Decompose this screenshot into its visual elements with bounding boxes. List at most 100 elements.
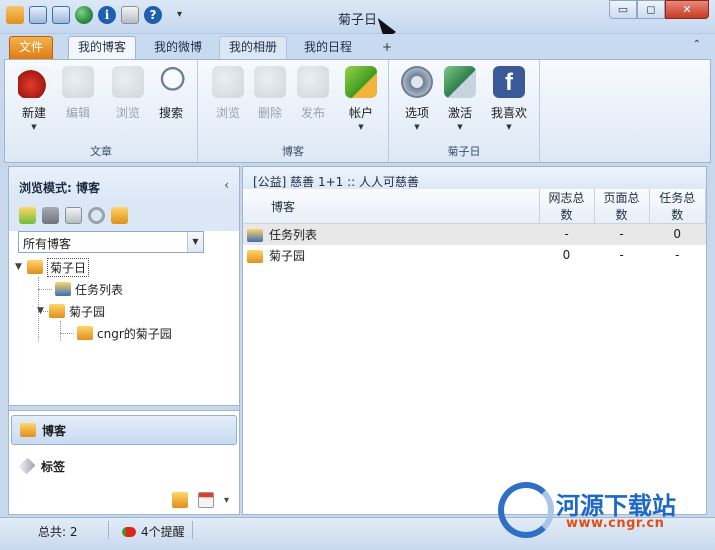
publish-icon	[297, 66, 329, 98]
blog-table: 博客 网志总数 页面总数 任务总数 任务列表 - - 0 菊子园 0 - -	[243, 189, 706, 266]
browse-blog-button[interactable]: 浏览	[207, 66, 249, 121]
chevron-down-icon[interactable]: ▼	[13, 123, 55, 131]
table-header-row: 博客 网志总数 页面总数 任务总数	[243, 189, 706, 224]
search-label: 搜索	[158, 106, 183, 120]
table-cell-pages: -	[619, 248, 624, 262]
status-divider	[108, 521, 109, 539]
pane-toolbar	[9, 201, 239, 231]
ribbon-group-article: 新建 ▼ 编辑 浏览 搜索 文章	[5, 60, 198, 162]
column-header-tasks[interactable]: 任务总数	[649, 189, 706, 224]
table-cell-pages: -	[594, 223, 649, 245]
ribbon-group-juziri: 选项 ▼ 激活 ▼ f 我喜欢 ▼ 菊子日	[389, 60, 540, 162]
pane-header: 浏览模式: 博客 ‹	[9, 167, 239, 201]
watermark-url: www.cngr.cn	[566, 516, 665, 531]
ribbon: 新建 ▼ 编辑 浏览 搜索 文章 浏览 删除 发布 帐户 ▼ 博客 选项 ▼ 激…	[4, 59, 711, 163]
publish-button[interactable]: 发布	[292, 66, 334, 121]
browse-blog-label: 浏览	[215, 106, 240, 120]
expand-collapse-icon[interactable]: ▼	[15, 262, 27, 272]
add-blog-icon[interactable]	[19, 207, 36, 224]
table-row[interactable]: 任务列表 - - 0	[243, 223, 706, 245]
watermark: 河源下载站 www.cngr.cn	[498, 482, 713, 542]
pane-splitter[interactable]	[9, 405, 239, 411]
chevron-down-icon[interactable]: ▼	[439, 123, 481, 131]
maximize-button[interactable]: ◻	[637, 0, 665, 19]
sync-icon[interactable]	[111, 207, 128, 224]
add-tab-button[interactable]: +	[377, 36, 397, 59]
blog-filter-value: 所有博客	[23, 237, 72, 251]
blog-folder-icon	[77, 326, 93, 340]
table-row[interactable]: 菊子园 0 - -	[243, 245, 706, 266]
edit-icon	[62, 66, 94, 98]
tab-file[interactable]: 文件	[9, 36, 54, 59]
tree-connector	[38, 289, 52, 290]
tab-my-microblog[interactable]: 我的微博	[144, 36, 212, 59]
watermark-logo-icon	[498, 482, 554, 538]
status-reminders[interactable]: 4个提醒	[122, 523, 185, 540]
group-label-juziri: 菊子日	[447, 145, 481, 158]
activate-button[interactable]: 激活 ▼	[439, 66, 481, 131]
chevron-down-icon[interactable]: ▼	[488, 123, 530, 131]
status-total: 总共: 2	[38, 525, 78, 539]
window-title: 菊子日	[337, 13, 377, 28]
tree-node-label: 菊子园	[69, 304, 106, 319]
delete-icon	[254, 66, 286, 98]
chevron-down-icon[interactable]: ▼	[187, 232, 203, 252]
new-article-label: 新建	[21, 106, 46, 120]
close-button[interactable]: ✕	[665, 0, 709, 19]
tree-node-cngr[interactable]: cngr的菊子园	[77, 323, 172, 343]
refresh-icon[interactable]	[88, 207, 105, 224]
search-button[interactable]: 搜索	[150, 66, 192, 121]
tab-my-album[interactable]: 我的相册	[219, 36, 288, 59]
row-name: 任务列表	[269, 227, 318, 242]
table-cell-posts: 0	[562, 248, 571, 262]
delete-button[interactable]: 删除	[249, 66, 291, 121]
properties-icon[interactable]	[65, 207, 82, 224]
nav-button-tags[interactable]: 标签	[11, 451, 237, 481]
chevron-down-icon[interactable]: ▼	[340, 123, 382, 131]
browse-article-button[interactable]: 浏览	[107, 66, 149, 121]
options-gear-icon	[401, 66, 433, 98]
collapse-pane-icon[interactable]: ‹	[224, 178, 229, 192]
column-header-blog[interactable]: 博客	[243, 189, 540, 224]
blog-folder-icon	[20, 423, 36, 437]
browse-article-label: 浏览	[115, 106, 140, 120]
blog-filter-select[interactable]: 所有博客 ▼	[18, 231, 204, 253]
browse-icon	[112, 66, 144, 98]
nav-button-blog[interactable]: 博客	[11, 415, 237, 445]
options-button[interactable]: 选项 ▼	[396, 66, 438, 131]
like-button[interactable]: f 我喜欢 ▼	[488, 66, 530, 131]
nav-tags-label: 标签	[41, 459, 66, 474]
tree-connector	[60, 333, 74, 334]
tree-node-label: 任务列表	[75, 282, 124, 297]
table-cell-posts: -	[539, 223, 594, 245]
edit-button[interactable]: 编辑	[57, 66, 99, 121]
blog-tree: ▼ 菊子日 任务列表 ▼ 菊子园 cngr的菊子园	[9, 257, 239, 397]
ribbon-tab-row: 文件 我的博客 我的微博 我的相册 我的日程 + ⌃	[0, 34, 715, 60]
tree-node-task-list[interactable]: 任务列表	[55, 279, 123, 299]
tab-my-blog[interactable]: 我的博客	[68, 36, 137, 59]
pane-title: 浏览模式: 博客	[19, 181, 100, 195]
account-button[interactable]: 帐户 ▼	[340, 66, 382, 131]
window-controls: ▭ ◻ ✕	[609, 0, 709, 19]
tree-node-root[interactable]: ▼ 菊子日	[15, 257, 90, 277]
tab-my-schedule[interactable]: 我的日程	[294, 36, 362, 59]
calendar-icon[interactable]	[197, 492, 214, 508]
remove-blog-icon[interactable]	[42, 207, 59, 224]
new-article-button[interactable]: 新建 ▼	[13, 66, 55, 131]
table-cell-tasks: -	[675, 248, 680, 262]
like-label: 我喜欢	[490, 106, 527, 120]
tree-node-juziyuan[interactable]: ▼ 菊子园	[37, 301, 105, 321]
column-header-posts[interactable]: 网志总数	[539, 189, 595, 224]
minimize-button[interactable]: ▭	[609, 0, 637, 19]
options-label: 选项	[404, 106, 429, 120]
expand-collapse-icon[interactable]: ▼	[37, 306, 49, 316]
folder-icon[interactable]	[171, 492, 188, 508]
tag-icon	[18, 457, 36, 475]
ribbon-collapse-icon[interactable]: ⌃	[693, 39, 701, 50]
column-header-pages[interactable]: 页面总数	[594, 189, 650, 224]
delete-label: 删除	[257, 106, 282, 120]
chevron-down-icon[interactable]: ▼	[396, 123, 438, 131]
banner-link[interactable]: [公益] 慈善 1+1 :: 人人可慈善	[243, 167, 706, 189]
facebook-icon: f	[493, 66, 525, 98]
configure-buttons-icon[interactable]: ▾	[224, 495, 229, 506]
